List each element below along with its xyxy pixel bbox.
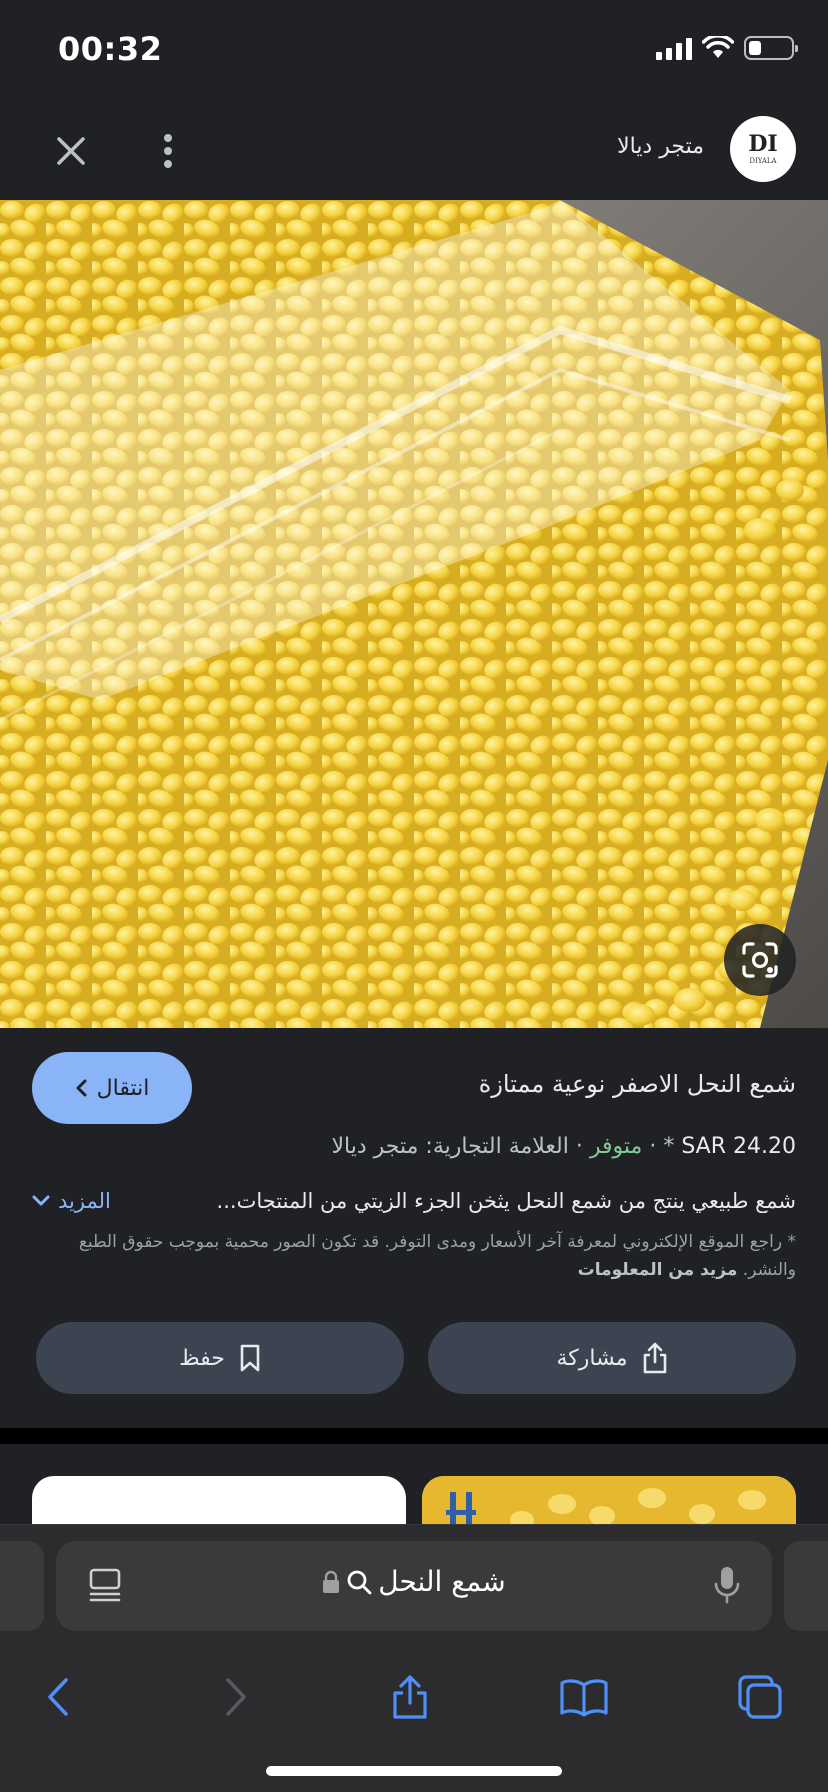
related-result-card[interactable] <box>422 1476 796 1524</box>
battery-icon <box>744 36 798 60</box>
forward-button[interactable] <box>206 1667 266 1727</box>
more-button[interactable]: المزيد <box>32 1189 111 1213</box>
address-bar[interactable]: شمع النحل <box>56 1541 772 1631</box>
meta-separator: · <box>575 1134 583 1159</box>
product-image[interactable] <box>0 200 828 1028</box>
stock-status: متوفر <box>589 1134 643 1159</box>
save-button[interactable]: حفظ <box>36 1322 404 1394</box>
wifi-icon <box>702 36 734 58</box>
save-label: حفظ <box>179 1345 225 1371</box>
lock-icon <box>323 1570 340 1593</box>
section-divider <box>0 1428 828 1444</box>
forward-icon <box>226 1678 246 1716</box>
price-marker: * <box>663 1134 675 1159</box>
tabs-button[interactable] <box>730 1667 790 1727</box>
visit-label: انتقال <box>96 1075 150 1101</box>
search-icon <box>347 1570 372 1594</box>
related-result-thumbnail <box>422 1476 796 1524</box>
cellular-signal-icon <box>656 36 692 60</box>
visit-button[interactable]: انتقال <box>32 1052 192 1124</box>
more-info-link[interactable]: مزيد من المعلومات <box>578 1260 738 1280</box>
bookmark-icon <box>240 1344 260 1372</box>
home-indicator <box>266 1766 562 1776</box>
more-options-button[interactable] <box>148 126 188 176</box>
status-icons <box>656 36 798 60</box>
close-icon <box>57 137 85 165</box>
related-results <box>0 1444 828 1524</box>
previous-tab-peek[interactable] <box>0 1541 44 1631</box>
product-price: SAR 24.20 <box>681 1134 796 1159</box>
bookmarks-button[interactable] <box>554 1667 614 1727</box>
share-button[interactable]: مشاركة <box>428 1322 796 1394</box>
browser-bottom-bar: شمع النحل <box>0 1524 828 1792</box>
logo-text: DIYALA <box>749 157 777 165</box>
product-title: شمع النحل الاصفر نوعية ممتازة <box>478 1070 796 1098</box>
product-meta: SAR 24.20 * · متوفر · العلامة التجارية: … <box>332 1134 797 1159</box>
back-button[interactable] <box>28 1667 88 1727</box>
lens-icon <box>742 942 778 978</box>
store-logo[interactable]: DI DIYALA <box>730 116 796 182</box>
share-label: مشاركة <box>556 1345 628 1371</box>
chevron-left-icon <box>76 1079 87 1097</box>
url-text: شمع النحل <box>378 1565 506 1598</box>
back-icon <box>48 1678 68 1716</box>
disclaimer: * راجع الموقع الإلكتروني لمعرفة آخر الأس… <box>32 1228 796 1284</box>
url-display[interactable]: شمع النحل <box>56 1565 772 1598</box>
share-page-button[interactable] <box>380 1667 440 1727</box>
visual-search-button[interactable] <box>724 924 796 996</box>
beeswax-pellets-photo <box>0 200 828 1028</box>
close-button[interactable] <box>46 126 96 176</box>
battery-level <box>749 41 761 55</box>
meta-separator: · <box>649 1134 657 1159</box>
logo-monogram: DI <box>748 131 778 157</box>
bookmarks-icon <box>560 1679 608 1717</box>
browser-toolbar <box>0 1645 828 1745</box>
share-icon <box>643 1342 666 1374</box>
next-tab-peek[interactable] <box>784 1541 828 1631</box>
more-label: المزيد <box>58 1189 111 1213</box>
related-result-card[interactable] <box>32 1476 406 1524</box>
product-info-panel: انتقال شمع النحل الاصفر نوعية ممتازة SAR… <box>0 1028 828 1428</box>
tabs-icon <box>738 1675 782 1719</box>
description-row: شمع طبيعي ينتج من شمع النحل يثخن الجزء ا… <box>32 1184 796 1218</box>
product-description: شمع طبيعي ينتج من شمع النحل يثخن الجزء ا… <box>216 1189 796 1213</box>
status-bar: 00:32 <box>0 0 828 100</box>
more-vert-icon <box>164 134 172 168</box>
product-brand: العلامة التجارية: متجر ديالا <box>331 1134 569 1159</box>
status-time: 00:32 <box>58 30 163 68</box>
mic-icon[interactable] <box>714 1565 740 1605</box>
store-name[interactable]: متجر ديالا <box>617 134 704 159</box>
header: متجر ديالا DI DIYALA <box>0 100 828 200</box>
chevron-down-icon <box>32 1195 50 1206</box>
share-icon <box>393 1675 427 1719</box>
